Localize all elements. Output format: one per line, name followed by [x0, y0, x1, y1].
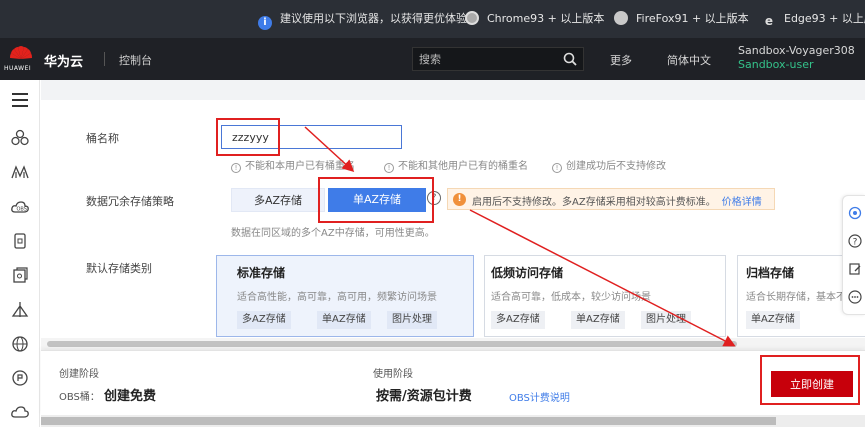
account-user: Sandbox-user [738, 58, 814, 71]
console-link[interactable]: 控制台 [119, 52, 152, 68]
search-icon[interactable] [563, 52, 577, 66]
hint-info-icon: ! [552, 163, 562, 173]
help-icon[interactable]: ? [427, 191, 441, 205]
top-strip [41, 80, 865, 100]
console-header: HUAWEI 华为云 控制台 更多 简体中文 Sandbox-Voyager30… [0, 38, 865, 80]
create-now-button[interactable]: 立即创建 [771, 371, 853, 397]
header-divider [104, 52, 105, 66]
scrollbar-thumb[interactable] [47, 341, 737, 347]
chrome-icon [465, 11, 479, 25]
browser-chrome: Chrome93 + 以上版本 [465, 11, 604, 27]
hint-unique-others: ! 不能和其他用户已有的桶重名 [384, 157, 528, 173]
page-scrollbar[interactable] [41, 415, 865, 427]
redundancy-description: 数据在同区域的多个AZ中存储，可用性更高。 [231, 228, 435, 239]
multi-az-option[interactable]: 多AZ存储 [231, 188, 325, 212]
edge-icon: e [764, 14, 774, 28]
tag-multi-az: 多AZ存储 [491, 311, 545, 329]
language-switch[interactable]: 简体中文 [667, 52, 711, 68]
single-az-option[interactable]: 单AZ存储 [328, 188, 426, 212]
tag-image-processing: 图片处理 [641, 311, 691, 329]
svg-text:?: ? [853, 238, 858, 248]
create-stage-label: 创建阶段 [59, 369, 99, 380]
horizontal-scrollbar[interactable] [41, 338, 865, 350]
huawei-logo-text: HUAWEI [4, 65, 32, 72]
firefox-icon [614, 11, 628, 25]
hint-unique-own: ! 不能和本用户已有桶重名 [231, 157, 355, 173]
browser-notice-message: i 建议使用以下浏览器，以获得更优体验： [258, 11, 478, 30]
warning-icon: ! [453, 193, 466, 206]
page-scrollbar-thumb[interactable] [41, 417, 776, 425]
svg-text:OBS: OBS [17, 207, 27, 213]
az-warning: ! 启用后不支持修改。多AZ存储采用相对较高计费标准。 价格详情 [447, 188, 775, 210]
tag-single-az: 单AZ存储 [317, 311, 371, 329]
obs-bucket-label: OBS桶： [59, 392, 100, 403]
tag-single-az: 单AZ存储 [571, 311, 625, 329]
right-float-toolbar: ? [842, 195, 865, 315]
cloud-icon[interactable]: OBS [10, 197, 30, 217]
tag-single-az: 单AZ存储 [746, 311, 800, 329]
storage-class-standard[interactable]: 标准存储 适合高性能，高可靠，高可用，频繁访问场景 多AZ存储 单AZ存储 图片… [216, 255, 474, 337]
storage-class-label: 默认存储类别 [86, 262, 152, 275]
storage-class-infrequent[interactable]: 低频访问存储 适合高可靠，低成本，较少访问场景 多AZ存储 单AZ存储 图片处理 [484, 255, 726, 337]
price-details-link[interactable]: 价格详情 [722, 197, 762, 208]
use-price: 按需/资源包计费 [376, 389, 472, 404]
tag-image-processing: 图片处理 [387, 311, 437, 329]
cloud-service-icon[interactable] [10, 402, 30, 422]
billing-footer: 创建阶段 OBS桶： 创建免费 使用阶段 按需/资源包计费 OBS计费说明 立即… [41, 350, 865, 415]
info-icon: i [258, 16, 272, 30]
help-icon[interactable]: ? [848, 234, 862, 248]
redundancy-label: 数据冗余存储策略 [86, 195, 174, 208]
browser-notice-bar: i 建议使用以下浏览器，以获得更优体验： Chrome93 + 以上版本 Fire… [0, 0, 865, 38]
left-sidebar: OBS [0, 80, 40, 427]
billing-info-link[interactable]: OBS计费说明 [509, 389, 570, 404]
chat-icon[interactable] [848, 290, 862, 304]
network-icon[interactable] [10, 300, 30, 320]
create-price: 创建免费 [104, 389, 157, 404]
brand-name[interactable]: 华为云 [44, 51, 83, 70]
mountain-icon[interactable] [10, 162, 30, 182]
account-name: Sandbox-Voyager308 [738, 44, 855, 57]
huawei-logo[interactable]: HUAWEI [4, 44, 36, 74]
feedback-icon[interactable] [848, 262, 862, 276]
search-box[interactable] [412, 47, 584, 71]
security-icon[interactable] [10, 368, 30, 388]
storage-icon[interactable] [10, 265, 30, 285]
cluster-icon[interactable] [10, 128, 30, 148]
more-menu[interactable]: 更多 [610, 52, 632, 68]
bucket-name-input[interactable] [221, 125, 402, 149]
hint-info-icon: ! [231, 163, 241, 173]
account-info[interactable]: Sandbox-Voyager308 Sandbox-user [738, 44, 855, 72]
menu-icon[interactable] [10, 90, 30, 110]
customer-service-icon[interactable] [848, 206, 862, 220]
use-stage-label: 使用阶段 [373, 369, 413, 380]
tag-multi-az: 多AZ存储 [237, 311, 291, 329]
create-bucket-form: 桶名称 !不能和本用户已有桶重名 !不能和其他用户已有的桶重名 !创建成功后不支… [41, 80, 865, 427]
browser-firefox: FireFox91 + 以上版本 [614, 11, 749, 27]
database-icon[interactable] [10, 231, 30, 251]
search-input[interactable] [419, 51, 559, 67]
hint-no-modify: ! 创建成功后不支持修改 [552, 157, 666, 173]
browser-edge: eEdge93 + 以上版本 [762, 11, 865, 28]
globe-icon[interactable] [10, 334, 30, 354]
bucket-name-label: 桶名称 [86, 132, 119, 145]
hint-info-icon: ! [384, 163, 394, 173]
